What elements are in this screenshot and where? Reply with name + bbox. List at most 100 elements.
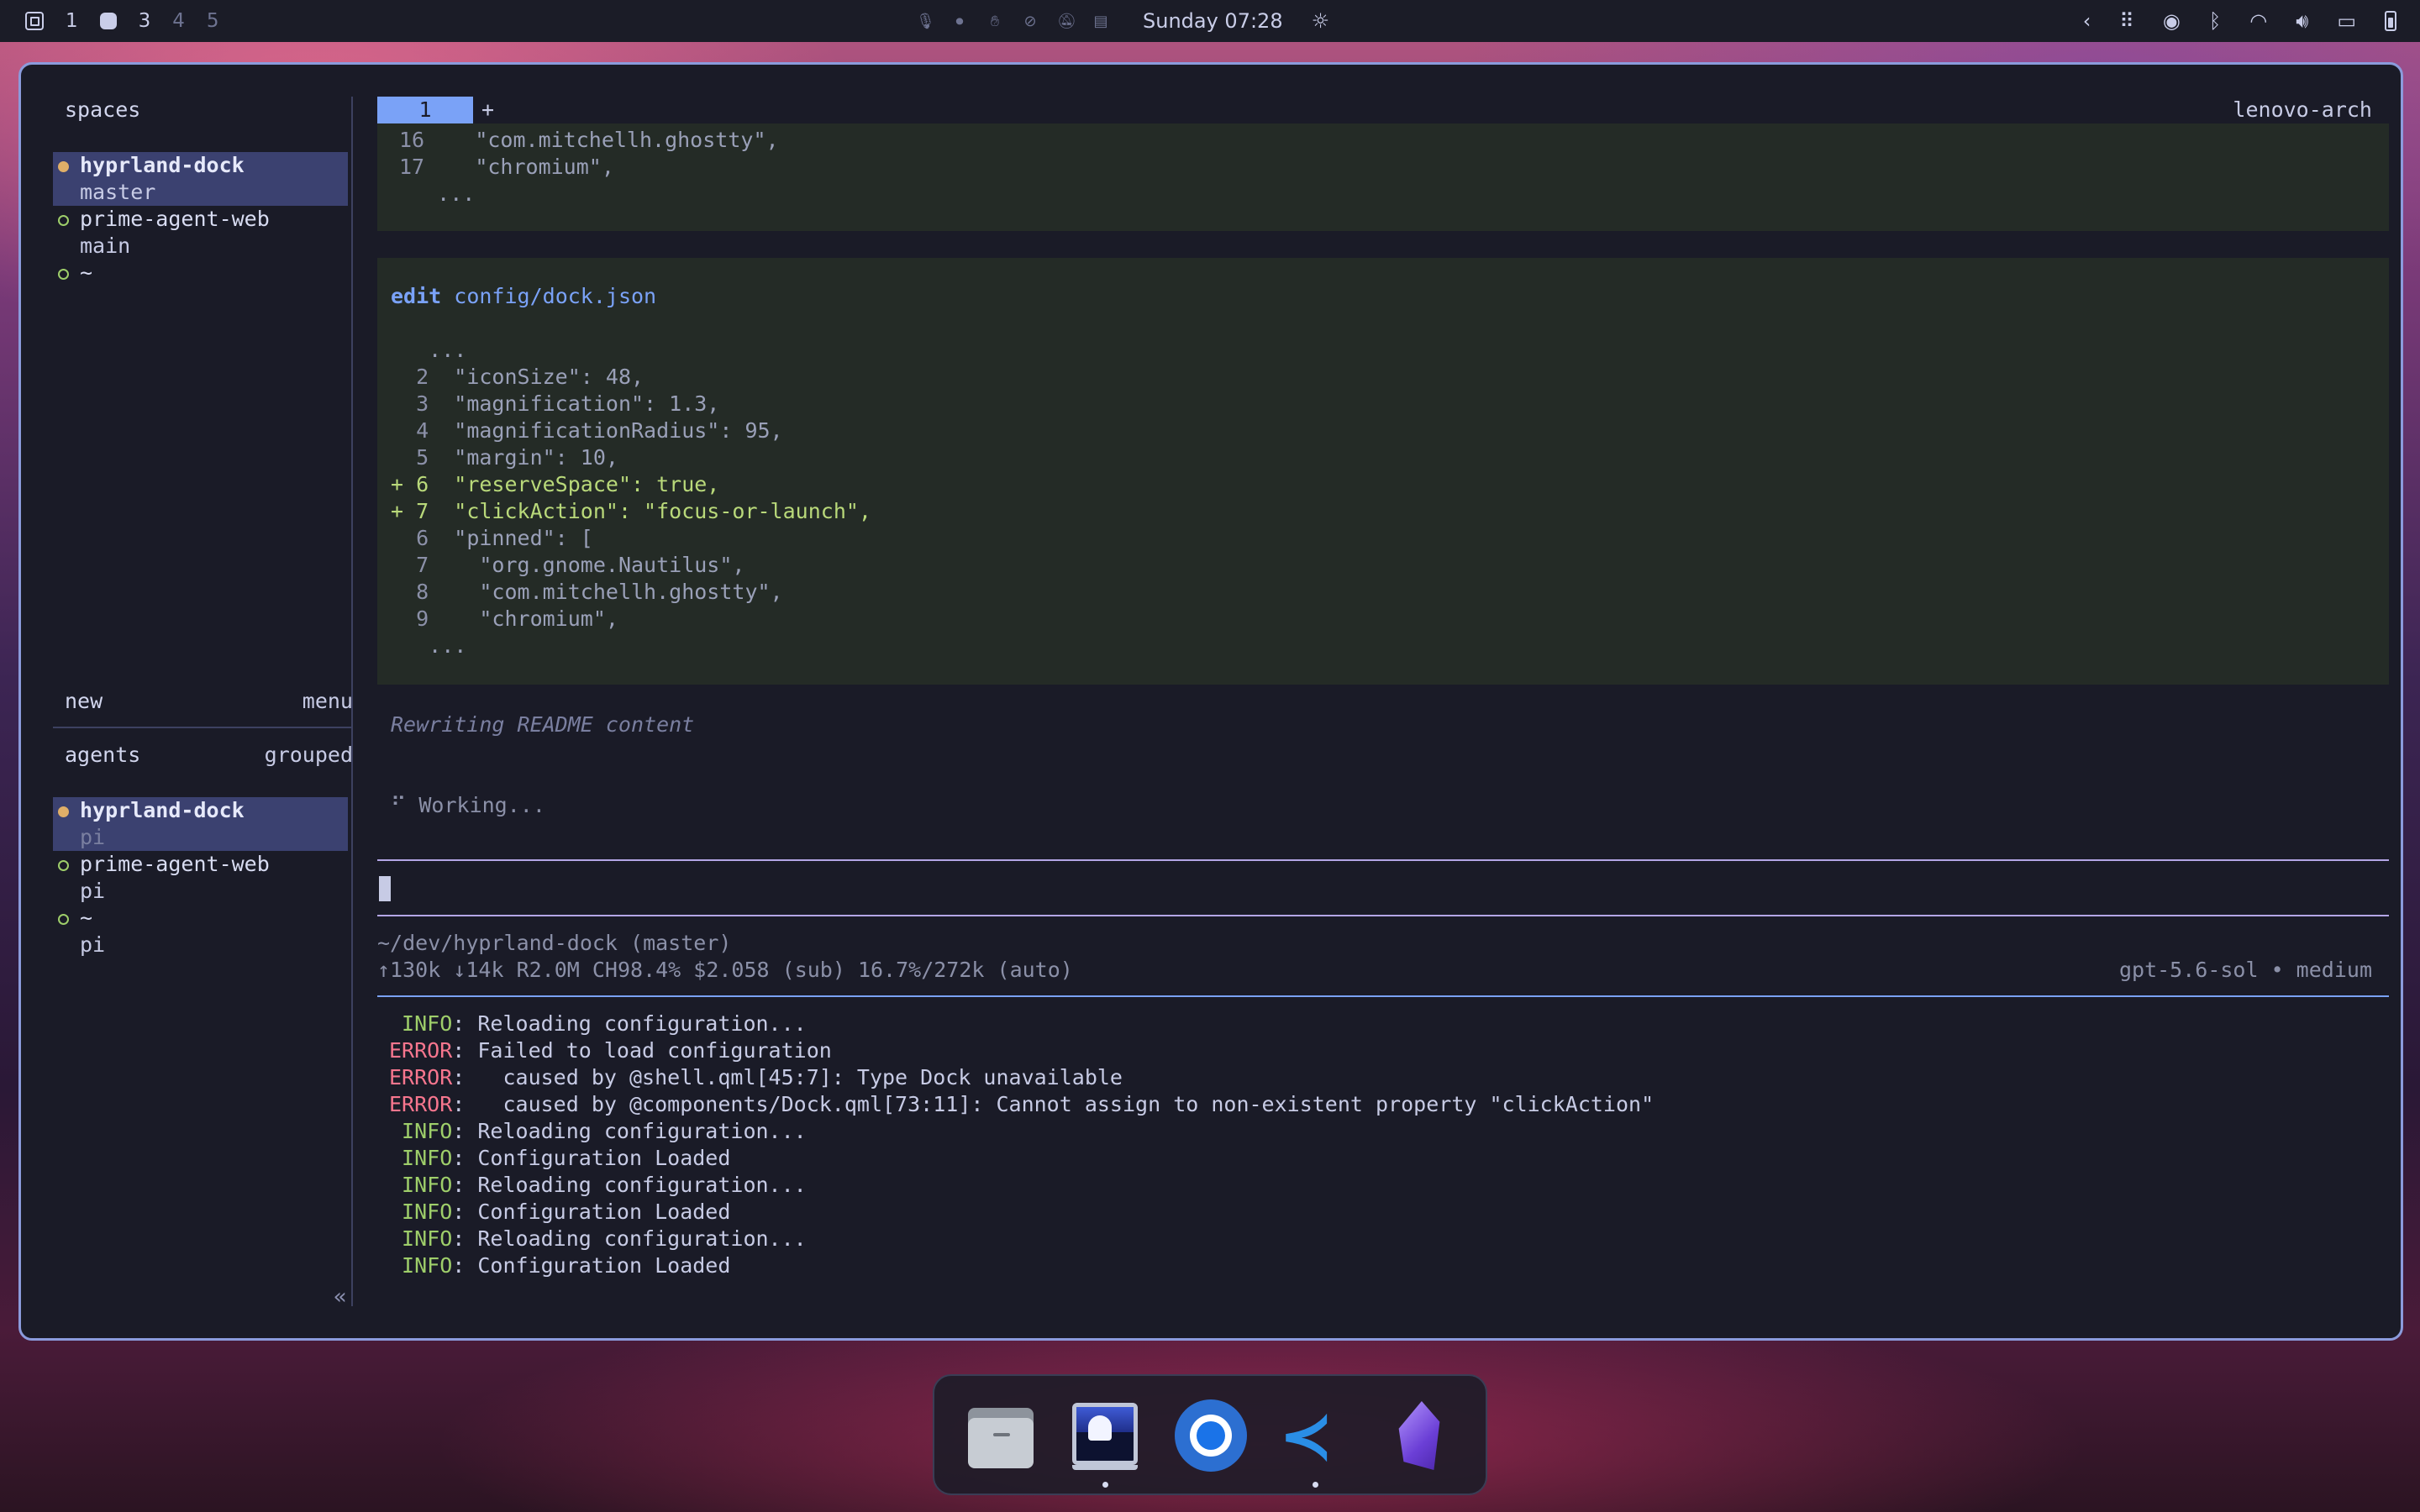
prompt-input-cursor[interactable]	[379, 876, 391, 901]
agent-item-hyprland-dock[interactable]: hyprland-dock pi	[53, 797, 348, 851]
inactive-dot-icon	[58, 914, 69, 925]
terminal-window: spaces hyprland-dock master prime-agent-…	[18, 62, 2403, 1341]
sidebar-separator	[351, 97, 353, 1306]
edit-header: edit config/dock.json	[391, 283, 656, 310]
record-icon[interactable]: ⏺︎	[951, 13, 968, 30]
log-line: INFO: Configuration Loaded	[389, 1146, 731, 1170]
edit-file-path: config/dock.json	[454, 284, 657, 308]
top-bar: 1 3 4 5 🎙︎ ⏺︎ ✋︎ ⊘ 🔕︎ ▤ Sunday 07:28 ☼ ‹…	[0, 0, 2420, 42]
diff-line: 4 "magnificationRadius": 95,	[403, 418, 783, 443]
diff-line: ...	[391, 338, 467, 362]
display-icon[interactable]: ▭	[2337, 9, 2356, 33]
status-message: Rewriting README content	[391, 712, 695, 737]
main-pane: 1 + lenovo-arch 16 "com.mitchellh.ghostt…	[357, 65, 2401, 1338]
agents-title: agents	[65, 743, 141, 767]
workspace-4[interactable]: 4	[172, 10, 185, 32]
diff-line: 9 "chromium",	[403, 606, 618, 631]
tab-1[interactable]: 1	[377, 97, 473, 123]
workspace-3[interactable]: 3	[139, 10, 151, 32]
agent-type: pi	[80, 825, 106, 849]
hand-icon[interactable]: ✋︎	[986, 13, 1003, 30]
space-item-home[interactable]: ~	[53, 260, 348, 286]
space-branch: master	[80, 180, 156, 204]
agent-type: pi	[80, 932, 106, 957]
log-line: INFO: Configuration Loaded	[389, 1253, 731, 1278]
space-name: ~	[80, 260, 93, 285]
workspace-2-active-icon[interactable]	[99, 13, 117, 29]
vscode-running-indicator	[1313, 1482, 1318, 1488]
log-line: ERROR: caused by @components/Dock.qml[73…	[389, 1092, 1655, 1116]
inactive-dot-icon	[58, 269, 69, 280]
microphone-icon[interactable]: 🎙︎	[916, 13, 935, 30]
workspace-1[interactable]: 1	[66, 10, 78, 32]
wifi-icon[interactable]: ◠	[2249, 9, 2267, 33]
diff-line: 2 "iconSize": 48,	[403, 365, 644, 389]
volume-icon[interactable]: 🔊︎	[2296, 9, 2308, 33]
chromium-icon[interactable]	[1175, 1399, 1247, 1472]
active-dot-icon	[58, 806, 69, 817]
agent-item-home[interactable]: ~ pi	[53, 905, 348, 958]
new-tab-button[interactable]: +	[481, 97, 494, 123]
diff-line-added: + 6 "reserveSpace": true,	[391, 472, 720, 496]
log-line: INFO: Reloading configuration...	[389, 1173, 807, 1197]
log-line: INFO: Configuration Loaded	[389, 1200, 731, 1224]
model-indicator[interactable]: gpt-5.6-sol • medium	[2119, 957, 2372, 984]
grouped-toggle[interactable]: grouped	[265, 742, 353, 769]
workspace-overview-icon[interactable]	[25, 12, 44, 30]
log-line: INFO: Reloading configuration...	[389, 1226, 807, 1251]
log-line: ERROR: caused by @shell.qml[45:7]: Type …	[389, 1065, 1123, 1089]
code-line: ...	[399, 181, 476, 206]
space-name: hyprland-dock	[80, 153, 245, 177]
clipboard-icon[interactable]: ▤	[1092, 13, 1109, 30]
battery-icon[interactable]	[2385, 11, 2396, 31]
workspace-5[interactable]: 5	[207, 10, 219, 32]
log-line: ERROR: Failed to load configuration	[389, 1038, 832, 1063]
edit-keyword: edit	[391, 284, 442, 308]
collapse-sidebar-icon[interactable]: «	[334, 1284, 347, 1310]
agent-name: hyprland-dock	[80, 798, 245, 822]
chevron-left-icon[interactable]: ‹	[2083, 9, 2091, 33]
usage-stats: ↑130k ↓14k R2.0M CH98.4% $2.058 (sub) 16…	[377, 958, 1073, 982]
sidebar: spaces hyprland-dock master prime-agent-…	[21, 65, 353, 1338]
files-icon[interactable]	[965, 1399, 1037, 1472]
code-line: 16 "com.mitchellh.ghostty",	[399, 128, 779, 152]
code-block-previous: 16 "com.mitchellh.ghostty", 17 "chromium…	[377, 123, 2389, 231]
notifications-off-icon[interactable]: 🔕︎	[1057, 13, 1076, 30]
diff-line: 3 "magnification": 1.3,	[403, 391, 720, 416]
agent-type: pi	[80, 879, 106, 903]
edit-diff-block: edit config/dock.json ... 2 "iconSize": …	[377, 258, 2389, 685]
working-directory: ~/dev/hyprland-dock (master)	[377, 931, 732, 955]
ghostty-running-indicator	[1102, 1482, 1108, 1488]
menu-button[interactable]: menu	[302, 688, 353, 715]
working-indicator: ⠋ Working...	[391, 793, 545, 817]
agent-item-prime-agent-web[interactable]: prime-agent-web pi	[53, 851, 348, 905]
agent-name: prime-agent-web	[80, 852, 270, 876]
dock: ≺	[933, 1374, 1487, 1495]
space-item-prime-agent-web[interactable]: prime-agent-web main	[53, 206, 348, 260]
nightlight-off-icon[interactable]: ⊘	[1022, 13, 1039, 30]
app-grid-icon[interactable]: ⠿	[2119, 9, 2134, 33]
code-line: 17 "chromium",	[399, 155, 614, 179]
diff-line: 5 "margin": 10,	[403, 445, 618, 470]
new-space-button[interactable]: new	[65, 688, 103, 715]
vscode-icon[interactable]: ≺	[1279, 1399, 1351, 1472]
diff-line: 8 "com.mitchellh.ghostty",	[403, 580, 783, 604]
space-item-hyprland-dock[interactable]: hyprland-dock master	[53, 152, 348, 206]
inactive-dot-icon	[58, 215, 69, 226]
obsidian-icon[interactable]	[1383, 1399, 1455, 1472]
status-indicators: 🎙︎ ⏺︎ ✋︎ ⊘ 🔕︎ ▤ Sunday 07:28 ☼	[916, 0, 1329, 42]
ghostty-icon[interactable]	[1069, 1399, 1141, 1472]
active-dot-icon	[58, 161, 69, 172]
diff-line: 7 "org.gnome.Nautilus",	[403, 553, 745, 577]
space-branch: main	[80, 234, 131, 258]
discord-icon[interactable]: ◉	[2163, 9, 2181, 33]
bluetooth-icon[interactable]: ᛒ	[2209, 9, 2221, 33]
clock[interactable]: Sunday 07:28	[1143, 9, 1283, 33]
spaces-title: spaces	[65, 97, 141, 122]
agent-name: ~	[80, 906, 93, 930]
prompt-bottom-border	[377, 915, 2389, 916]
brightness-icon[interactable]: ☼	[1312, 9, 1330, 33]
space-name: prime-agent-web	[80, 207, 270, 231]
diff-line-added: + 7 "clickAction": "focus-or-launch",	[391, 499, 871, 523]
system-tray: ‹ ⠿ ◉ ᛒ ◠ 🔊︎ ▭	[2083, 0, 2396, 42]
